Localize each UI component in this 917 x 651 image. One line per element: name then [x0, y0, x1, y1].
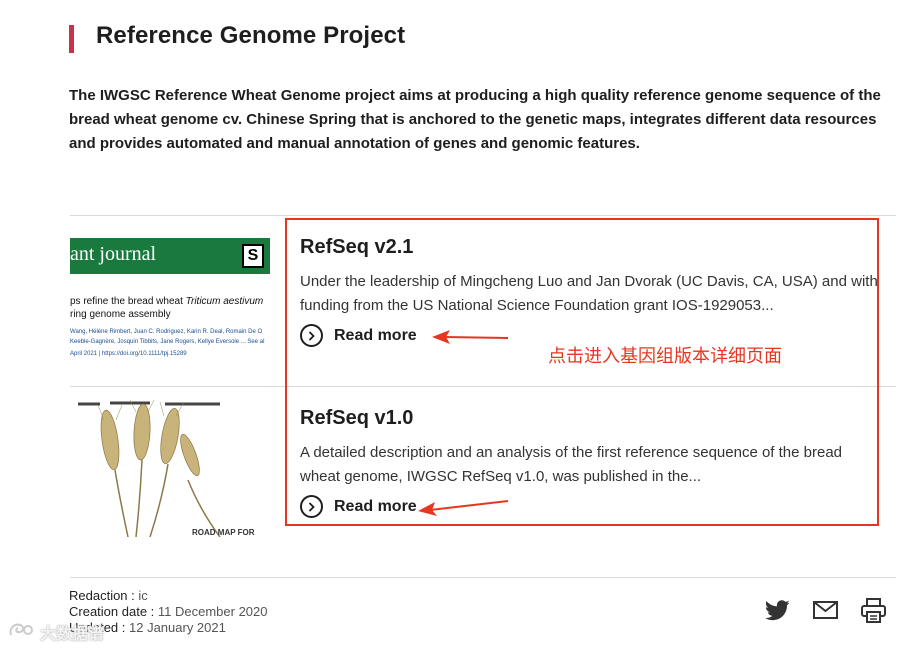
divider-middle: [70, 386, 896, 387]
divider-bottom: [70, 577, 896, 578]
card-2-title[interactable]: RefSeq v1.0: [300, 407, 413, 430]
article-headline: ps refine the bread wheat Triticum aesti…: [70, 296, 264, 320]
card-1-description: Under the leadership of Mingcheng Luo an…: [300, 273, 878, 314]
divider-top: [70, 215, 896, 216]
email-icon[interactable]: [813, 601, 838, 619]
print-icon[interactable]: [861, 598, 886, 623]
watermark: 大数据谱: [8, 620, 104, 644]
annotation-arrow-icon: [418, 500, 509, 516]
journal-badge: S: [242, 244, 264, 268]
card-1-read-more-link[interactable]: Read more: [300, 324, 417, 347]
read-more-label: Read more: [334, 497, 417, 515]
journal-banner: ant journal S: [70, 238, 270, 274]
journal-name: ant journal: [70, 243, 157, 265]
chevron-right-circle-icon: [300, 324, 323, 347]
card-2-read-more-link[interactable]: Read more: [300, 495, 417, 518]
chevron-right-circle-icon: [300, 495, 323, 518]
wheat-image: [78, 400, 221, 537]
read-more-label: Read more: [334, 326, 417, 344]
article-date-doi: April 2021 | https://doi.org/10.1111/tpj…: [70, 351, 187, 357]
article-authors: Wang, Hélène Rimbert, Juan C. Rodriguez,…: [70, 329, 265, 345]
page-title: Reference Genome Project: [96, 22, 406, 49]
twitter-icon[interactable]: [765, 600, 790, 621]
title-accent-bar: [69, 25, 74, 53]
meta-creation-date: Creation date : 11 December 2020: [69, 604, 268, 619]
card-1-title[interactable]: RefSeq v2.1: [300, 236, 413, 259]
card-2-description: A detailed description and an analysis o…: [300, 444, 843, 485]
wheat-caption: ROAD MAP FOR: [192, 528, 255, 537]
intro-text: The IWGSC Reference Wheat Genome project…: [69, 87, 881, 152]
annotation-arrow-icon: [432, 330, 509, 344]
watermark-logo-icon: [8, 621, 36, 643]
annotation-text: 点击进入基因组版本详细页面: [548, 346, 782, 367]
card-1-thumbnail[interactable]: ant journal S ps refine the bread wheat …: [70, 232, 270, 372]
card-2-thumbnail[interactable]: ROAD MAP FOR: [70, 400, 270, 537]
meta-redaction: Redaction : ic: [69, 588, 148, 603]
